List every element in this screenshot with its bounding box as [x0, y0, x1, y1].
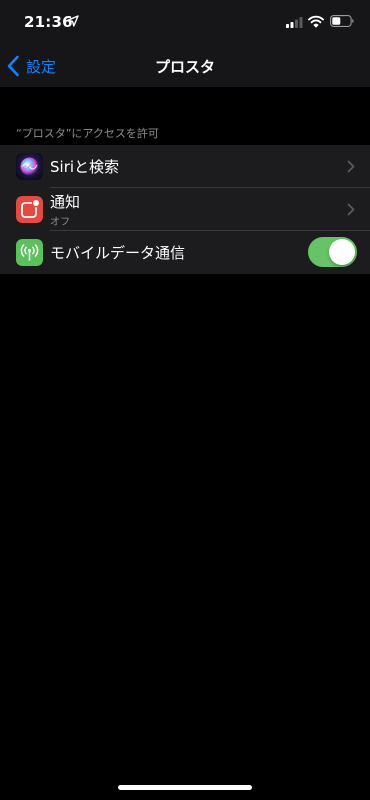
list-item-cellular-data: モバイルデータ通信 [0, 231, 370, 274]
navigation-bar: 設定 プロスタ [0, 44, 370, 87]
battery-icon [330, 15, 354, 27]
wifi-icon [308, 15, 324, 28]
cellular-data-toggle[interactable] [308, 237, 357, 267]
status-bar: 21:36 [0, 0, 370, 44]
row-title: モバイルデータ通信 [50, 244, 186, 262]
row-subtitle: オフ [50, 217, 70, 228]
home-indicator[interactable] [118, 785, 252, 790]
section-header: “プロスタ”にアクセスを許可 [16, 127, 159, 140]
cellular-signal-icon [286, 17, 303, 28]
row-title: Siriと検索 [50, 158, 120, 176]
list-item-notifications[interactable]: 通知 オフ [0, 188, 370, 231]
status-time: 21:36 [24, 13, 73, 31]
list-item-siri-search[interactable]: Siriと検索 [0, 145, 370, 188]
page-title: プロスタ [154, 58, 215, 76]
toggle-knob [329, 239, 355, 265]
location-arrow-icon [67, 15, 79, 27]
siri-icon [16, 153, 43, 180]
chevron-right-icon [347, 160, 355, 173]
permissions-list: Siriと検索 通知 オフ モバイルデータ通信 [0, 145, 370, 274]
notifications-icon [16, 196, 43, 223]
cellular-data-icon [16, 239, 43, 266]
chevron-right-icon [347, 203, 355, 216]
row-title: 通知 [50, 193, 81, 211]
